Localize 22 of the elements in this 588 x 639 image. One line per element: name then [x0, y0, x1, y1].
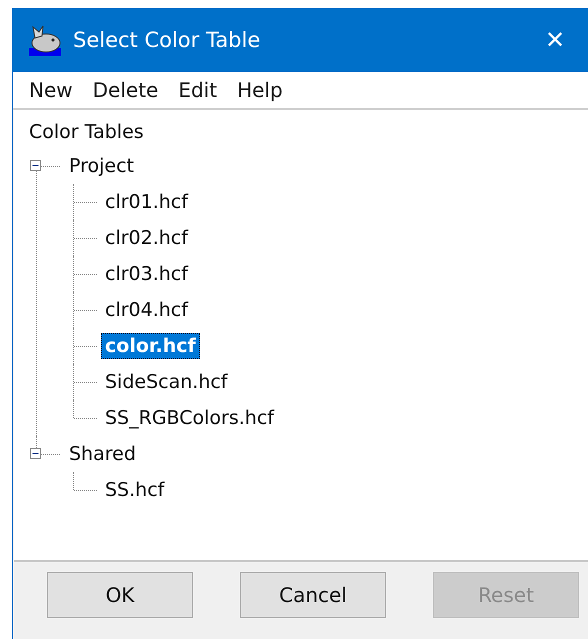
tree-item[interactable]: clr03.hcf	[101, 261, 192, 287]
menu-item[interactable]: Help	[227, 78, 293, 102]
tree-item[interactable]: SS.hcf	[101, 477, 168, 503]
menu-item[interactable]: New	[19, 78, 83, 102]
dialog-button[interactable]: Cancel	[240, 572, 386, 618]
tree-item[interactable]: clr04.hcf	[101, 297, 192, 323]
dialog-button[interactable]: OK	[47, 572, 193, 618]
tree-item[interactable]: SideScan.hcf	[101, 369, 232, 395]
tree-item[interactable]: clr01.hcf	[101, 189, 192, 215]
tree-item[interactable]: color.hcf	[101, 333, 200, 359]
close-button[interactable]: ✕	[540, 26, 570, 54]
menu-item[interactable]: Edit	[168, 78, 228, 102]
tree-item[interactable]: clr02.hcf	[101, 225, 192, 251]
menu-item[interactable]: Delete	[82, 78, 168, 102]
collapse-icon[interactable]	[30, 448, 41, 459]
window-title: Select Color Table	[73, 28, 262, 52]
tree-item[interactable]: SS_RGBColors.hcf	[101, 405, 278, 431]
animal-icon	[29, 24, 61, 56]
tree-item[interactable]: Shared	[65, 441, 140, 467]
collapse-icon[interactable]	[30, 160, 41, 171]
tree-item[interactable]: Project	[65, 153, 138, 179]
tree-heading: Color Tables	[29, 120, 144, 145]
